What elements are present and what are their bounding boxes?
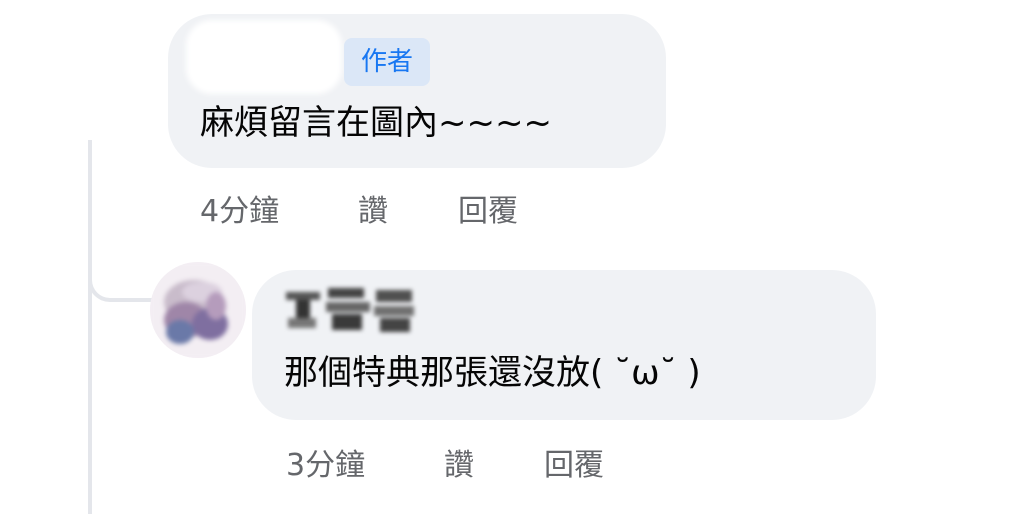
comment-bubble-author: 作者 麻煩留言在圖內~~~~ xyxy=(168,14,666,168)
author-name-redacted[interactable] xyxy=(186,20,342,94)
reply-connector-line xyxy=(88,250,152,302)
comment-bubble-reply: 那個特典那張還沒放( ˘ω˘ ) xyxy=(252,270,876,420)
author-badge: 作者 xyxy=(344,38,430,86)
like-button[interactable]: 讚 xyxy=(444,446,474,486)
avatar[interactable] xyxy=(150,262,246,358)
thread-line xyxy=(88,140,92,514)
reply-button[interactable]: 回覆 xyxy=(544,446,604,486)
reply-button[interactable]: 回覆 xyxy=(458,192,518,232)
comment-timestamp[interactable]: 3分鐘 xyxy=(286,446,365,486)
comment-text: 那個特典那張還沒放( ˘ω˘ ) xyxy=(284,353,701,393)
like-button[interactable]: 讚 xyxy=(358,192,388,232)
reply-author-name-redacted[interactable] xyxy=(286,288,416,336)
avatar-image xyxy=(150,262,246,358)
comment-text: 麻煩留言在圖內~~~~ xyxy=(200,103,552,143)
comment-timestamp[interactable]: 4分鐘 xyxy=(200,192,279,232)
